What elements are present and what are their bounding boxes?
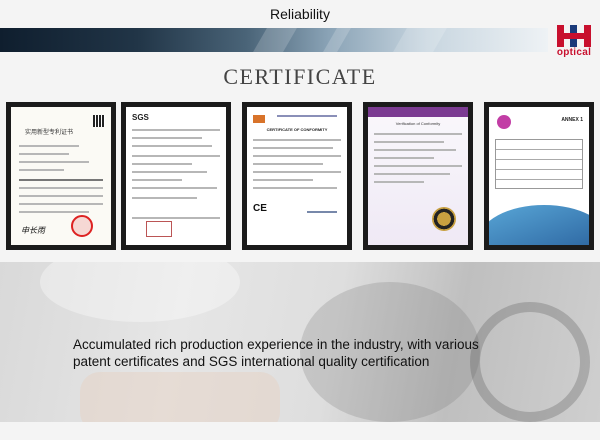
ce-mark: CE [253,203,267,214]
page: Reliability optical CERTIFICATE 实用新型专利证书 [0,0,600,440]
logo-text: optical [556,47,592,58]
sgs-logo: SGS [132,113,149,122]
certificate-sgs[interactable]: SGS [121,102,231,250]
gold-seal-icon [432,207,456,231]
certificate-patent[interactable]: 实用新型专利证书 申长雨 [6,102,116,250]
hh-logo-icon [557,25,591,47]
official-seal-icon [71,215,93,237]
qr-code-icon [93,115,105,127]
badge-icon [497,115,511,129]
description-line-1: Accumulated rich production experience i… [73,337,479,352]
stamp-icon [146,221,172,237]
page-title: Reliability [270,6,330,22]
certificate-ce-conformity[interactable]: CERTIFICATE OF CONFORMITY CE [242,102,352,250]
section-heading: CERTIFICATE [223,64,377,89]
signature-text: 申长雨 [21,226,45,235]
cert-title-text: CERTIFICATE OF CONFORMITY [266,127,328,132]
certificate-annex[interactable]: ANNEX 1 [484,102,594,250]
cert-header-text: 实用新型专利证书 [25,129,74,136]
annex-title-text: ANNEX 1 [561,117,583,123]
description-text: Accumulated rich production experience i… [73,336,553,370]
header-banner [0,28,548,52]
certificate-gallery: 实用新型专利证书 申长雨 SGS CERTIFICATE OF CONFORMI… [0,102,600,252]
certificate-verification[interactable]: Verification of Conformity [363,102,473,250]
brand-logo: optical [552,24,596,60]
verification-header-text: Verification of Conformity [395,121,441,126]
description-line-2: patent certificates and SGS internationa… [73,354,430,369]
issuer-logo-icon [253,115,265,123]
